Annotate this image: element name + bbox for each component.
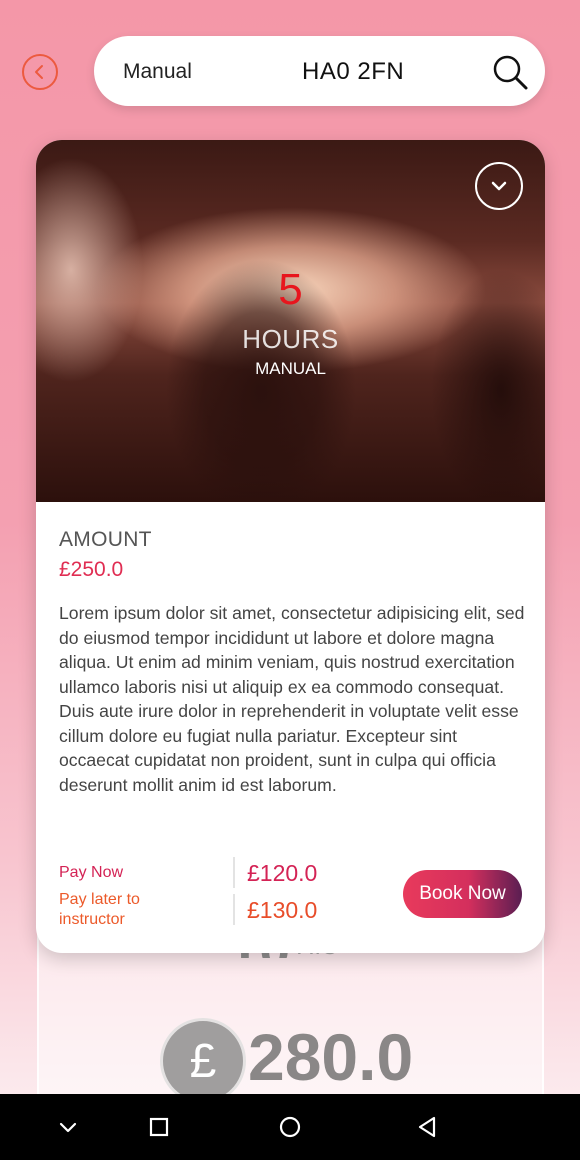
pay-later-label: Pay later to instructor [59,891,140,928]
search-icon[interactable] [491,53,529,91]
pay-now-label: Pay Now [59,864,124,881]
pound-icon: £ [160,1018,246,1104]
nav-back-button[interactable] [410,1110,444,1144]
pay-now-value: £120.0 [247,860,318,886]
triangle-back-icon [418,1116,436,1138]
price-divider [233,857,235,888]
circle-icon [279,1116,301,1138]
price-divider [233,894,235,925]
nav-collapse-button[interactable] [51,1110,85,1144]
back-button[interactable] [22,54,58,90]
package-description: Lorem ipsum dolor sit amet, consectetur … [59,603,525,795]
chevron-down-icon [491,181,507,191]
transmission-type[interactable]: Manual [123,60,192,84]
package-hero-image: 5 HOURS MANUAL [36,140,545,502]
chevron-down-icon [59,1122,77,1133]
nav-home-button[interactable] [273,1110,307,1144]
expand-button[interactable] [475,162,523,210]
pay-later-value: £130.0 [247,897,318,923]
book-now-button[interactable]: Book Now [403,870,522,918]
package-transmission: MANUAL [255,359,326,378]
chevron-left-icon [35,65,43,79]
package-hours-unit: HOURS [242,324,339,354]
navigation-bar [0,1094,580,1160]
next-package-price: 280.0 [248,1020,414,1094]
package-card[interactable]: 5 HOURS MANUAL AMOUNT £250.0 Lorem ipsum… [36,140,545,953]
nav-recents-button[interactable] [142,1110,176,1144]
square-icon [149,1117,169,1137]
amount-label: AMOUNT [59,528,152,551]
postcode-value[interactable]: HA0 2FN [302,58,404,86]
search-bar[interactable]: Manual HA0 2FN [94,36,545,106]
package-hours-number: 5 [278,265,303,314]
amount-value: £250.0 [59,558,124,581]
